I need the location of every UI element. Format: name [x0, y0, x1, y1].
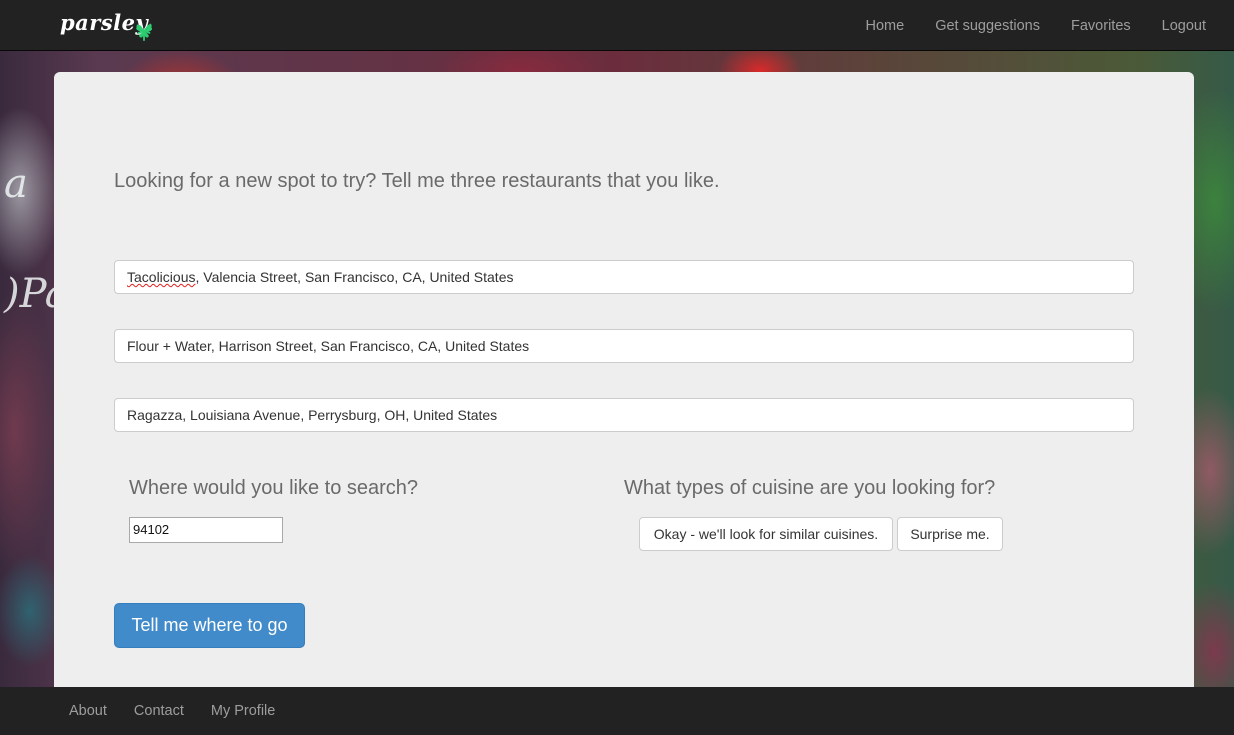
restaurant-input-2[interactable]: Flour + Water, Harrison Street, San Fran… [114, 329, 1134, 363]
form-headline: Looking for a new spot to try? Tell me t… [114, 170, 720, 192]
submit-button[interactable]: Tell me where to go [114, 603, 305, 648]
nav-logout[interactable]: Logout [1162, 18, 1206, 34]
top-navbar: parsley Home Get suggestions Favorites L… [0, 0, 1234, 51]
footer-menu: About Contact My Profile [69, 687, 302, 735]
nav-home[interactable]: Home [866, 18, 905, 34]
footer-my-profile[interactable]: My Profile [211, 703, 275, 719]
nav-menu: Home Get suggestions Favorites Logout [835, 0, 1206, 51]
nav-favorites[interactable]: Favorites [1071, 18, 1131, 34]
restaurant-input-1[interactable]: Tacolicious, Valencia Street, San Franci… [114, 260, 1134, 294]
surprise-me-button[interactable]: Surprise me. [897, 517, 1003, 551]
similar-cuisines-button[interactable]: Okay - we'll look for similar cuisines. [639, 517, 893, 551]
parsley-leaf-icon [136, 23, 153, 42]
restaurant-1-address: , Valencia Street, San Francisco, CA, Un… [195, 269, 514, 285]
search-location-label: Where would you like to search? [129, 477, 419, 499]
cuisine-label: What types of cuisine are you looking fo… [624, 477, 996, 499]
restaurant-input-3[interactable]: Ragazza, Louisiana Avenue, Perrysburg, O… [114, 398, 1134, 432]
footer-about[interactable]: About [69, 703, 107, 719]
nav-get-suggestions[interactable]: Get suggestions [935, 18, 1040, 34]
restaurant-1-name: Tacolicious [127, 269, 196, 285]
footer-contact[interactable]: Contact [134, 703, 184, 719]
zip-code-input[interactable]: 94102 [129, 517, 283, 543]
footer: About Contact My Profile [0, 687, 1234, 735]
suggestion-form-panel: Looking for a new spot to try? Tell me t… [54, 72, 1194, 687]
